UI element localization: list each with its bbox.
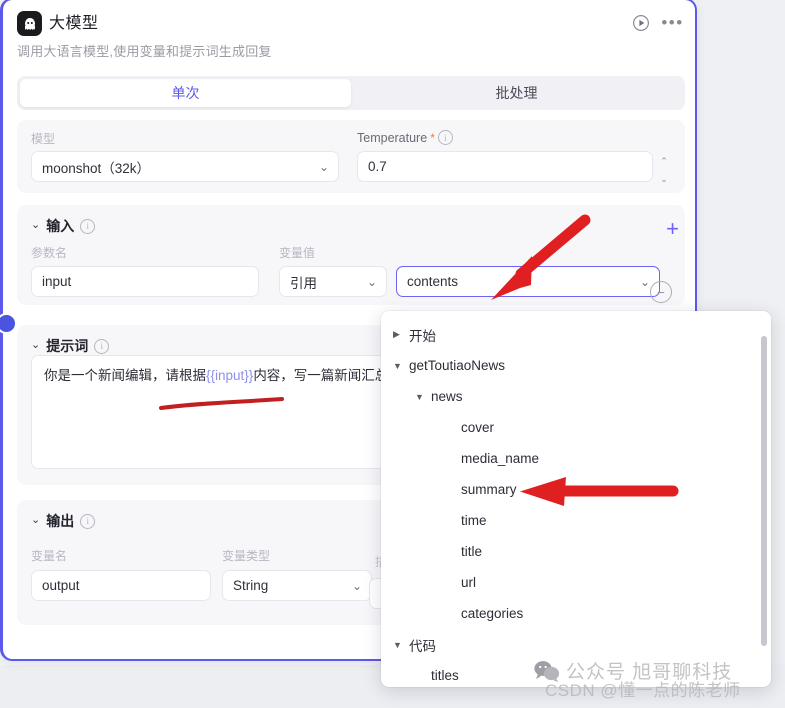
temperature-stepper[interactable]: ⌃ ⌄ [653, 154, 675, 187]
model-settings-card: 模型 moonshot（32k） ⌄ Temperature * i 0.7 [17, 120, 685, 193]
chevron-down-icon: ⌄ [351, 578, 362, 593]
tree-item-label: media_name [461, 451, 540, 466]
tree-item-label: getToutiaoNews [409, 358, 506, 373]
chevron-down-icon[interactable]: ⌄ [31, 514, 40, 526]
col-param-name: 参数名 [31, 246, 68, 260]
output-type-value: String [233, 578, 269, 593]
chevron-down-icon[interactable] [393, 640, 409, 650]
info-icon[interactable]: i [80, 513, 96, 529]
mode-tabs[interactable]: 单次 批处理 [17, 76, 685, 110]
value-type-select[interactable]: 引用 ⌄ [279, 266, 387, 297]
node-subtitle: 调用大语言模型,使用变量和提示词生成回复 [17, 44, 272, 59]
prompt-text-before: 你是一个新闻编辑，请根据 [44, 368, 206, 383]
tree-item-label: titles [431, 668, 459, 683]
tab-batch-run[interactable]: 批处理 [351, 79, 682, 107]
temperature-input[interactable]: 0.7 [357, 151, 653, 182]
tree-item-gettoutiaonews[interactable]: getToutiaoNews [381, 350, 771, 381]
node-header: 大模型 调用大语言模型,使用变量和提示词生成回复 ••• [3, 0, 695, 64]
remove-input-row-button[interactable]: − [650, 281, 672, 303]
tree-item-label: time [461, 513, 487, 528]
ellipsis-glyph: ••• [661, 12, 684, 32]
value-type-value: 引用 [290, 275, 317, 291]
tab-single-run[interactable]: 单次 [20, 79, 351, 107]
input-section-card: ⌄ 输入 i 参数名 变量值 input 引用 ⌄ contents ⌄ [17, 205, 685, 305]
output-section-title: 输出 [46, 513, 75, 529]
model-select[interactable]: moonshot（32k） ⌄ [31, 151, 339, 182]
dropdown-scrollbar[interactable] [761, 336, 767, 646]
prompt-section-header[interactable]: ⌄ 提示词 i [31, 336, 110, 356]
prompt-text-after: 内容，写一篇新闻汇总 [253, 368, 389, 383]
model-select-value: moonshot（32k） [42, 160, 151, 176]
param-name-input[interactable]: input [31, 266, 259, 297]
info-icon[interactable]: i [94, 338, 110, 354]
chevron-down-icon[interactable]: ⌄ [31, 219, 40, 231]
tree-item-categories[interactable]: categories [381, 598, 771, 629]
chevron-down-icon[interactable] [415, 392, 431, 402]
input-section-header[interactable]: ⌄ 输入 i [31, 216, 96, 236]
col-variable-value: 变量值 [279, 246, 316, 260]
chevron-down-icon: ⌄ [318, 159, 329, 174]
input-section-title: 输入 [46, 218, 75, 234]
tree-item-label: 开始 [409, 328, 436, 344]
node-title: 大模型 [49, 15, 99, 32]
ellipsis-icon[interactable]: ••• [661, 12, 684, 33]
tree-item-url[interactable]: url [381, 567, 771, 598]
tree-item-label: categories [461, 606, 524, 621]
tree-item-label: summary [461, 482, 517, 497]
tree-item-time[interactable]: time [381, 505, 771, 536]
variable-value-select[interactable]: contents ⌄ [396, 266, 660, 297]
chevron-down-icon: ⌄ [366, 274, 377, 289]
output-type-select[interactable]: String ⌄ [222, 570, 372, 601]
chevron-down-icon[interactable] [393, 361, 409, 371]
variable-tree-dropdown[interactable]: 开始 getToutiaoNews news cover media_namesumma… [381, 311, 771, 687]
tree-item-news[interactable]: news [381, 381, 771, 412]
add-input-row-button[interactable]: + [666, 218, 679, 240]
tree-item-label: cover [461, 420, 495, 435]
tree-item-[interactable]: 开始 [381, 319, 771, 350]
chevron-right-icon[interactable] [393, 329, 409, 340]
temperature-value: 0.7 [368, 159, 387, 174]
variable-value: contents [407, 274, 459, 289]
info-icon[interactable]: i [437, 130, 453, 145]
col-var-name: 变量名 [31, 549, 68, 563]
required-asterisk: * [430, 130, 435, 145]
tree-item-label: news [431, 389, 463, 404]
temperature-label: Temperature [357, 130, 428, 145]
info-icon[interactable]: i [80, 218, 96, 234]
tree-item-label: 代码 [409, 638, 436, 654]
robot-face-icon [17, 11, 42, 36]
tree-item-label: title [461, 544, 483, 559]
tree-item-cover[interactable]: cover [381, 412, 771, 443]
tree-item-titles[interactable]: titles [381, 660, 771, 687]
stepper-down-icon[interactable]: ⌄ [660, 174, 668, 185]
node-header-actions: ••• [630, 12, 683, 33]
tree-item-summary[interactable]: summary [381, 474, 771, 505]
model-label: 模型 [31, 132, 56, 146]
tree-item-label: url [461, 575, 477, 590]
variable-tree[interactable]: 开始 getToutiaoNews news cover media_namesumma… [381, 319, 771, 687]
prompt-variable-token: {{input}} [206, 368, 254, 383]
prompt-section-title: 提示词 [46, 338, 89, 354]
stepper-up-icon[interactable]: ⌃ [660, 156, 668, 167]
tree-item-title[interactable]: title [381, 536, 771, 567]
tree-item-media-name[interactable]: media_name [381, 443, 771, 474]
output-name-input[interactable]: output [31, 570, 211, 601]
chevron-down-icon: ⌄ [639, 274, 650, 289]
col-var-type: 变量类型 [222, 549, 271, 563]
play-circle-icon[interactable] [630, 12, 651, 33]
output-section-header[interactable]: ⌄ 输出 i [31, 511, 96, 531]
chevron-down-icon[interactable]: ⌄ [31, 339, 40, 351]
param-name-value: input [42, 274, 72, 289]
output-name-value: output [42, 578, 80, 593]
temperature-label-group: Temperature * i [357, 130, 453, 145]
tree-item-[interactable]: 代码 [381, 629, 771, 660]
